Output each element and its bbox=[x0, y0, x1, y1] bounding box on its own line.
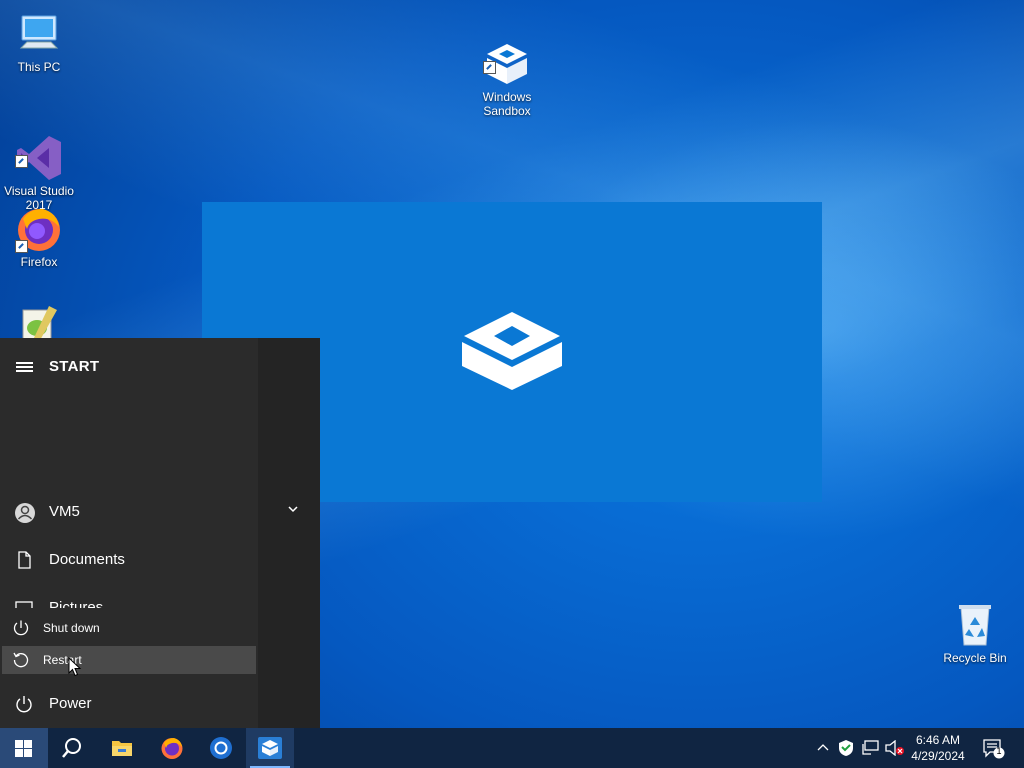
chrome-icon bbox=[210, 737, 232, 759]
visual-studio-icon bbox=[15, 120, 63, 180]
start-item-power[interactable]: Power bbox=[0, 682, 258, 726]
clock-date: 4/29/2024 bbox=[911, 749, 965, 763]
windows-sandbox-icon bbox=[483, 26, 531, 84]
taskbar-windows-sandbox[interactable] bbox=[246, 728, 294, 768]
restart-icon bbox=[12, 651, 30, 669]
user-avatar-icon bbox=[14, 502, 35, 523]
show-hidden-icons-button[interactable] bbox=[814, 728, 832, 768]
taskbar: 6:46 AM 4/29/2024 1 bbox=[0, 728, 1024, 768]
start-item-documents[interactable]: Documents bbox=[0, 538, 258, 582]
power-icon bbox=[12, 619, 30, 637]
start-tiles-area bbox=[258, 338, 320, 728]
tray-security[interactable] bbox=[836, 728, 856, 768]
taskbar-chrome[interactable] bbox=[197, 728, 245, 768]
taskbar-firefox[interactable] bbox=[148, 728, 196, 768]
start-item-label: Documents bbox=[49, 551, 125, 568]
desktop-icon-windows-sandbox[interactable]: Windows Sandbox bbox=[469, 12, 545, 132]
desktop-icon-label: Recycle Bin bbox=[943, 651, 1007, 665]
system-clock[interactable]: 6:46 AM 4/29/2024 bbox=[906, 732, 970, 764]
menu-item-shut-down[interactable]: Shut down bbox=[2, 614, 256, 642]
menu-item-label: Shut down bbox=[43, 621, 100, 635]
desktop-icon-this-pc[interactable]: This PC bbox=[1, 10, 77, 74]
desktop-icon-firefox[interactable]: Firefox bbox=[1, 205, 77, 269]
notification-count-badge: 1 bbox=[996, 746, 1002, 756]
taskbar-file-explorer[interactable] bbox=[98, 728, 146, 768]
start-header: START bbox=[0, 338, 258, 394]
windows-sandbox-logo-icon bbox=[462, 312, 562, 390]
desktop-icon-label: Windows Sandbox bbox=[482, 90, 532, 118]
shortcut-arrow-icon bbox=[483, 61, 496, 74]
power-icon bbox=[14, 694, 34, 714]
windows-logo-icon bbox=[15, 740, 32, 757]
start-title: START bbox=[49, 358, 100, 375]
desktop-icon-label: This PC bbox=[17, 60, 61, 74]
shortcut-arrow-icon bbox=[15, 155, 28, 168]
mouse-cursor-icon bbox=[68, 657, 82, 677]
start-item-pictures[interactable]: Pictures bbox=[0, 586, 258, 608]
computer-icon bbox=[15, 10, 63, 58]
menu-item-restart[interactable]: Restart bbox=[2, 646, 256, 674]
chevron-down-icon[interactable] bbox=[285, 503, 301, 515]
taskbar-search-button[interactable] bbox=[48, 728, 96, 768]
tray-network[interactable] bbox=[860, 728, 882, 768]
hamburger-menu-icon[interactable] bbox=[16, 362, 33, 372]
power-flyout-menu: Shut down Restart bbox=[0, 608, 258, 676]
file-explorer-icon bbox=[112, 741, 132, 756]
search-icon bbox=[62, 738, 81, 758]
tray-volume[interactable] bbox=[884, 728, 906, 768]
pictures-icon bbox=[14, 598, 34, 608]
shortcut-arrow-icon bbox=[15, 240, 28, 253]
start-button[interactable] bbox=[0, 728, 48, 768]
start-item-label: Power bbox=[49, 695, 92, 712]
start-user-account[interactable]: VM5 bbox=[0, 490, 258, 534]
user-name: VM5 bbox=[49, 503, 80, 520]
clock-time: 6:46 AM bbox=[915, 733, 961, 747]
network-icon bbox=[862, 740, 879, 755]
document-icon bbox=[14, 550, 34, 570]
shield-icon bbox=[839, 740, 853, 756]
firefox-icon bbox=[15, 205, 63, 253]
start-item-label: Pictures bbox=[49, 599, 104, 608]
windows-sandbox-icon bbox=[258, 737, 282, 759]
firefox-icon bbox=[161, 738, 183, 759]
chevron-up-icon bbox=[817, 744, 829, 751]
volume-muted-icon bbox=[885, 740, 904, 756]
action-center-button[interactable]: 1 bbox=[976, 728, 1016, 768]
desktop-icon-recycle-bin[interactable]: Recycle Bin bbox=[937, 601, 1013, 665]
desktop-icon-label: Firefox bbox=[20, 255, 58, 269]
recycle-bin-icon bbox=[951, 601, 999, 649]
